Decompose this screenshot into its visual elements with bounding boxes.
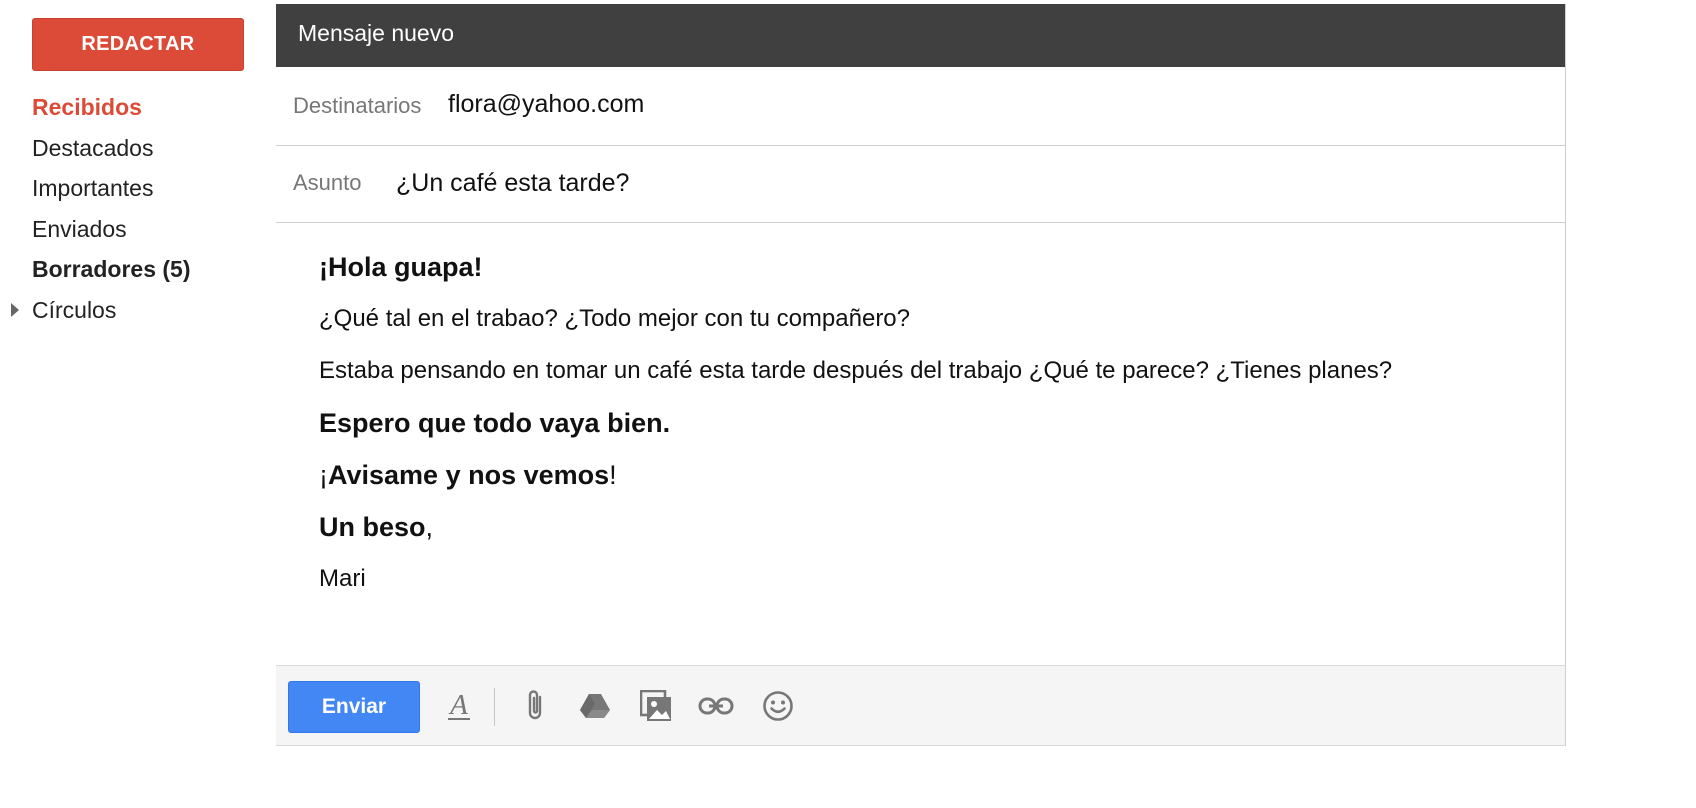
body-line-1: ¿Qué tal en el trabao? ¿Todo mejor con t… bbox=[319, 305, 910, 332]
body-line-4: ¡Avisame y nos vemos! bbox=[319, 460, 1499, 490]
sidebar-item-important[interactable]: Importantes bbox=[0, 168, 276, 209]
subject-label: Asunto bbox=[293, 170, 362, 195]
photo-icon[interactable] bbox=[636, 686, 676, 726]
sidebar-item-drafts[interactable]: Borradores (5) bbox=[0, 249, 276, 290]
compose-button[interactable]: REDACTAR bbox=[32, 18, 244, 71]
line-4-bold: Avisame y nos vemos bbox=[328, 460, 610, 490]
line-4-prefix: ¡ bbox=[319, 460, 328, 490]
paperclip-icon[interactable] bbox=[516, 686, 556, 726]
caret-right-icon[interactable] bbox=[11, 303, 19, 318]
greeting-text: ¡Hola guapa! bbox=[319, 252, 483, 282]
message-body[interactable]: ¡Hola guapa! ¿Qué tal en el trabao? ¿Tod… bbox=[319, 254, 1499, 618]
closing-suffix: , bbox=[425, 512, 434, 542]
body-signature: Mari bbox=[319, 565, 366, 592]
subject-field[interactable]: ¿Un café esta tarde? bbox=[396, 169, 629, 198]
emoji-icon[interactable] bbox=[758, 686, 798, 726]
compose-toolbar: Enviar A bbox=[276, 665, 1565, 746]
link-icon[interactable] bbox=[696, 686, 736, 726]
recipients-row[interactable]: Destinatarios flora@yahoo.com bbox=[276, 67, 1565, 146]
sidebar-item-label: Círculos bbox=[32, 296, 117, 323]
line-3-text: Espero que todo vaya bien. bbox=[319, 408, 671, 438]
recipients-label: Destinatarios bbox=[293, 93, 422, 118]
drive-icon[interactable] bbox=[575, 686, 615, 726]
compose-window: Mensaje nuevo Destinatarios flora@yahoo.… bbox=[276, 4, 1566, 746]
send-button[interactable]: Enviar bbox=[288, 681, 420, 733]
compose-title: Mensaje nuevo bbox=[276, 4, 1565, 67]
closing-bold: Un beso bbox=[319, 512, 426, 542]
text-format-icon[interactable]: A bbox=[439, 686, 479, 726]
sidebar-nav: Recibidos Destacados Importantes Enviado… bbox=[0, 87, 276, 331]
sidebar-item-sent[interactable]: Enviados bbox=[0, 209, 276, 250]
sidebar-item-inbox[interactable]: Recibidos bbox=[0, 87, 276, 128]
format-glyph: A bbox=[448, 689, 470, 721]
toolbar-divider bbox=[494, 688, 495, 726]
body-closing: Un beso, bbox=[319, 512, 1499, 542]
sidebar-item-starred[interactable]: Destacados bbox=[0, 128, 276, 169]
subject-row[interactable]: Asunto ¿Un café esta tarde? bbox=[276, 146, 1565, 223]
gmail-app: REDACTAR Recibidos Destacados Importante… bbox=[0, 0, 1696, 808]
sidebar: REDACTAR Recibidos Destacados Importante… bbox=[0, 0, 276, 808]
body-greeting: ¡Hola guapa! bbox=[319, 252, 1499, 282]
body-line-3: Espero que todo vaya bien. bbox=[319, 408, 1499, 438]
recipients-field[interactable]: flora@yahoo.com bbox=[448, 90, 644, 119]
sidebar-item-circles[interactable]: Círculos bbox=[0, 290, 276, 331]
line-4-suffix: ! bbox=[609, 460, 617, 490]
body-line-2: Estaba pensando en tomar un café esta ta… bbox=[319, 357, 1393, 384]
